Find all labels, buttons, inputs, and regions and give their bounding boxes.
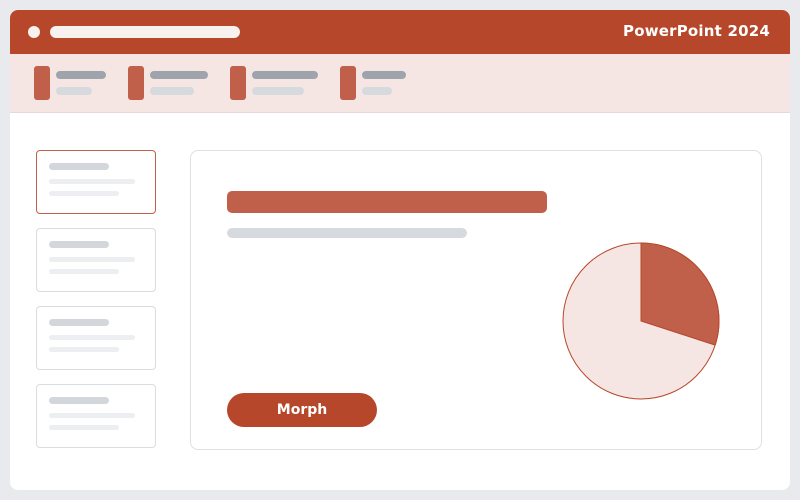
ribbon-sublabel-placeholder [56, 87, 92, 95]
ribbon-label-placeholder [150, 71, 208, 79]
ribbon-label-placeholder [362, 71, 406, 79]
ribbon-command-icon [230, 66, 246, 100]
ribbon-label-placeholder [252, 71, 318, 79]
ribbon-sublabel-placeholder [252, 87, 304, 95]
slide-subtitle-placeholder[interactable] [227, 228, 467, 238]
title-bar: PowerPoint 2024 [10, 10, 790, 54]
thumbnail-line-placeholder [49, 269, 119, 274]
thumbnail-line-placeholder [49, 257, 135, 262]
thumbnail-title-placeholder [49, 241, 109, 248]
morph-button[interactable]: Morph [227, 393, 377, 427]
slide-thumbnail-2[interactable] [36, 228, 156, 292]
ribbon-command-icon [34, 66, 50, 100]
pie-chart[interactable] [561, 241, 721, 401]
slide-thumbnail-3[interactable] [36, 306, 156, 370]
slide-canvas[interactable]: Morph [190, 150, 762, 450]
thumbnail-line-placeholder [49, 179, 135, 184]
ribbon-sublabel-placeholder [150, 87, 194, 95]
thumbnail-title-placeholder [49, 397, 109, 404]
ribbon-sublabel-placeholder [362, 87, 392, 95]
thumbnail-title-placeholder [49, 163, 109, 170]
slide-title-placeholder[interactable] [227, 191, 547, 213]
thumbnail-line-placeholder [49, 191, 119, 196]
ribbon-command-icon [128, 66, 144, 100]
slide-thumbnail-4[interactable] [36, 384, 156, 448]
ribbon-label-placeholder [56, 71, 106, 79]
thumbnail-title-placeholder [49, 319, 109, 326]
slide-thumbnail-1[interactable] [36, 150, 156, 214]
ribbon-command-icon [340, 66, 356, 100]
thumbnail-line-placeholder [49, 335, 135, 340]
thumbnail-line-placeholder [49, 413, 135, 418]
document-title-placeholder [50, 26, 240, 38]
thumbnail-line-placeholder [49, 425, 119, 430]
app-title: PowerPoint 2024 [623, 22, 770, 40]
ribbon [10, 54, 790, 113]
thumbnail-line-placeholder [49, 347, 119, 352]
app-window: PowerPoint 2024 Morph [10, 10, 790, 490]
window-control-icon[interactable] [28, 26, 40, 38]
